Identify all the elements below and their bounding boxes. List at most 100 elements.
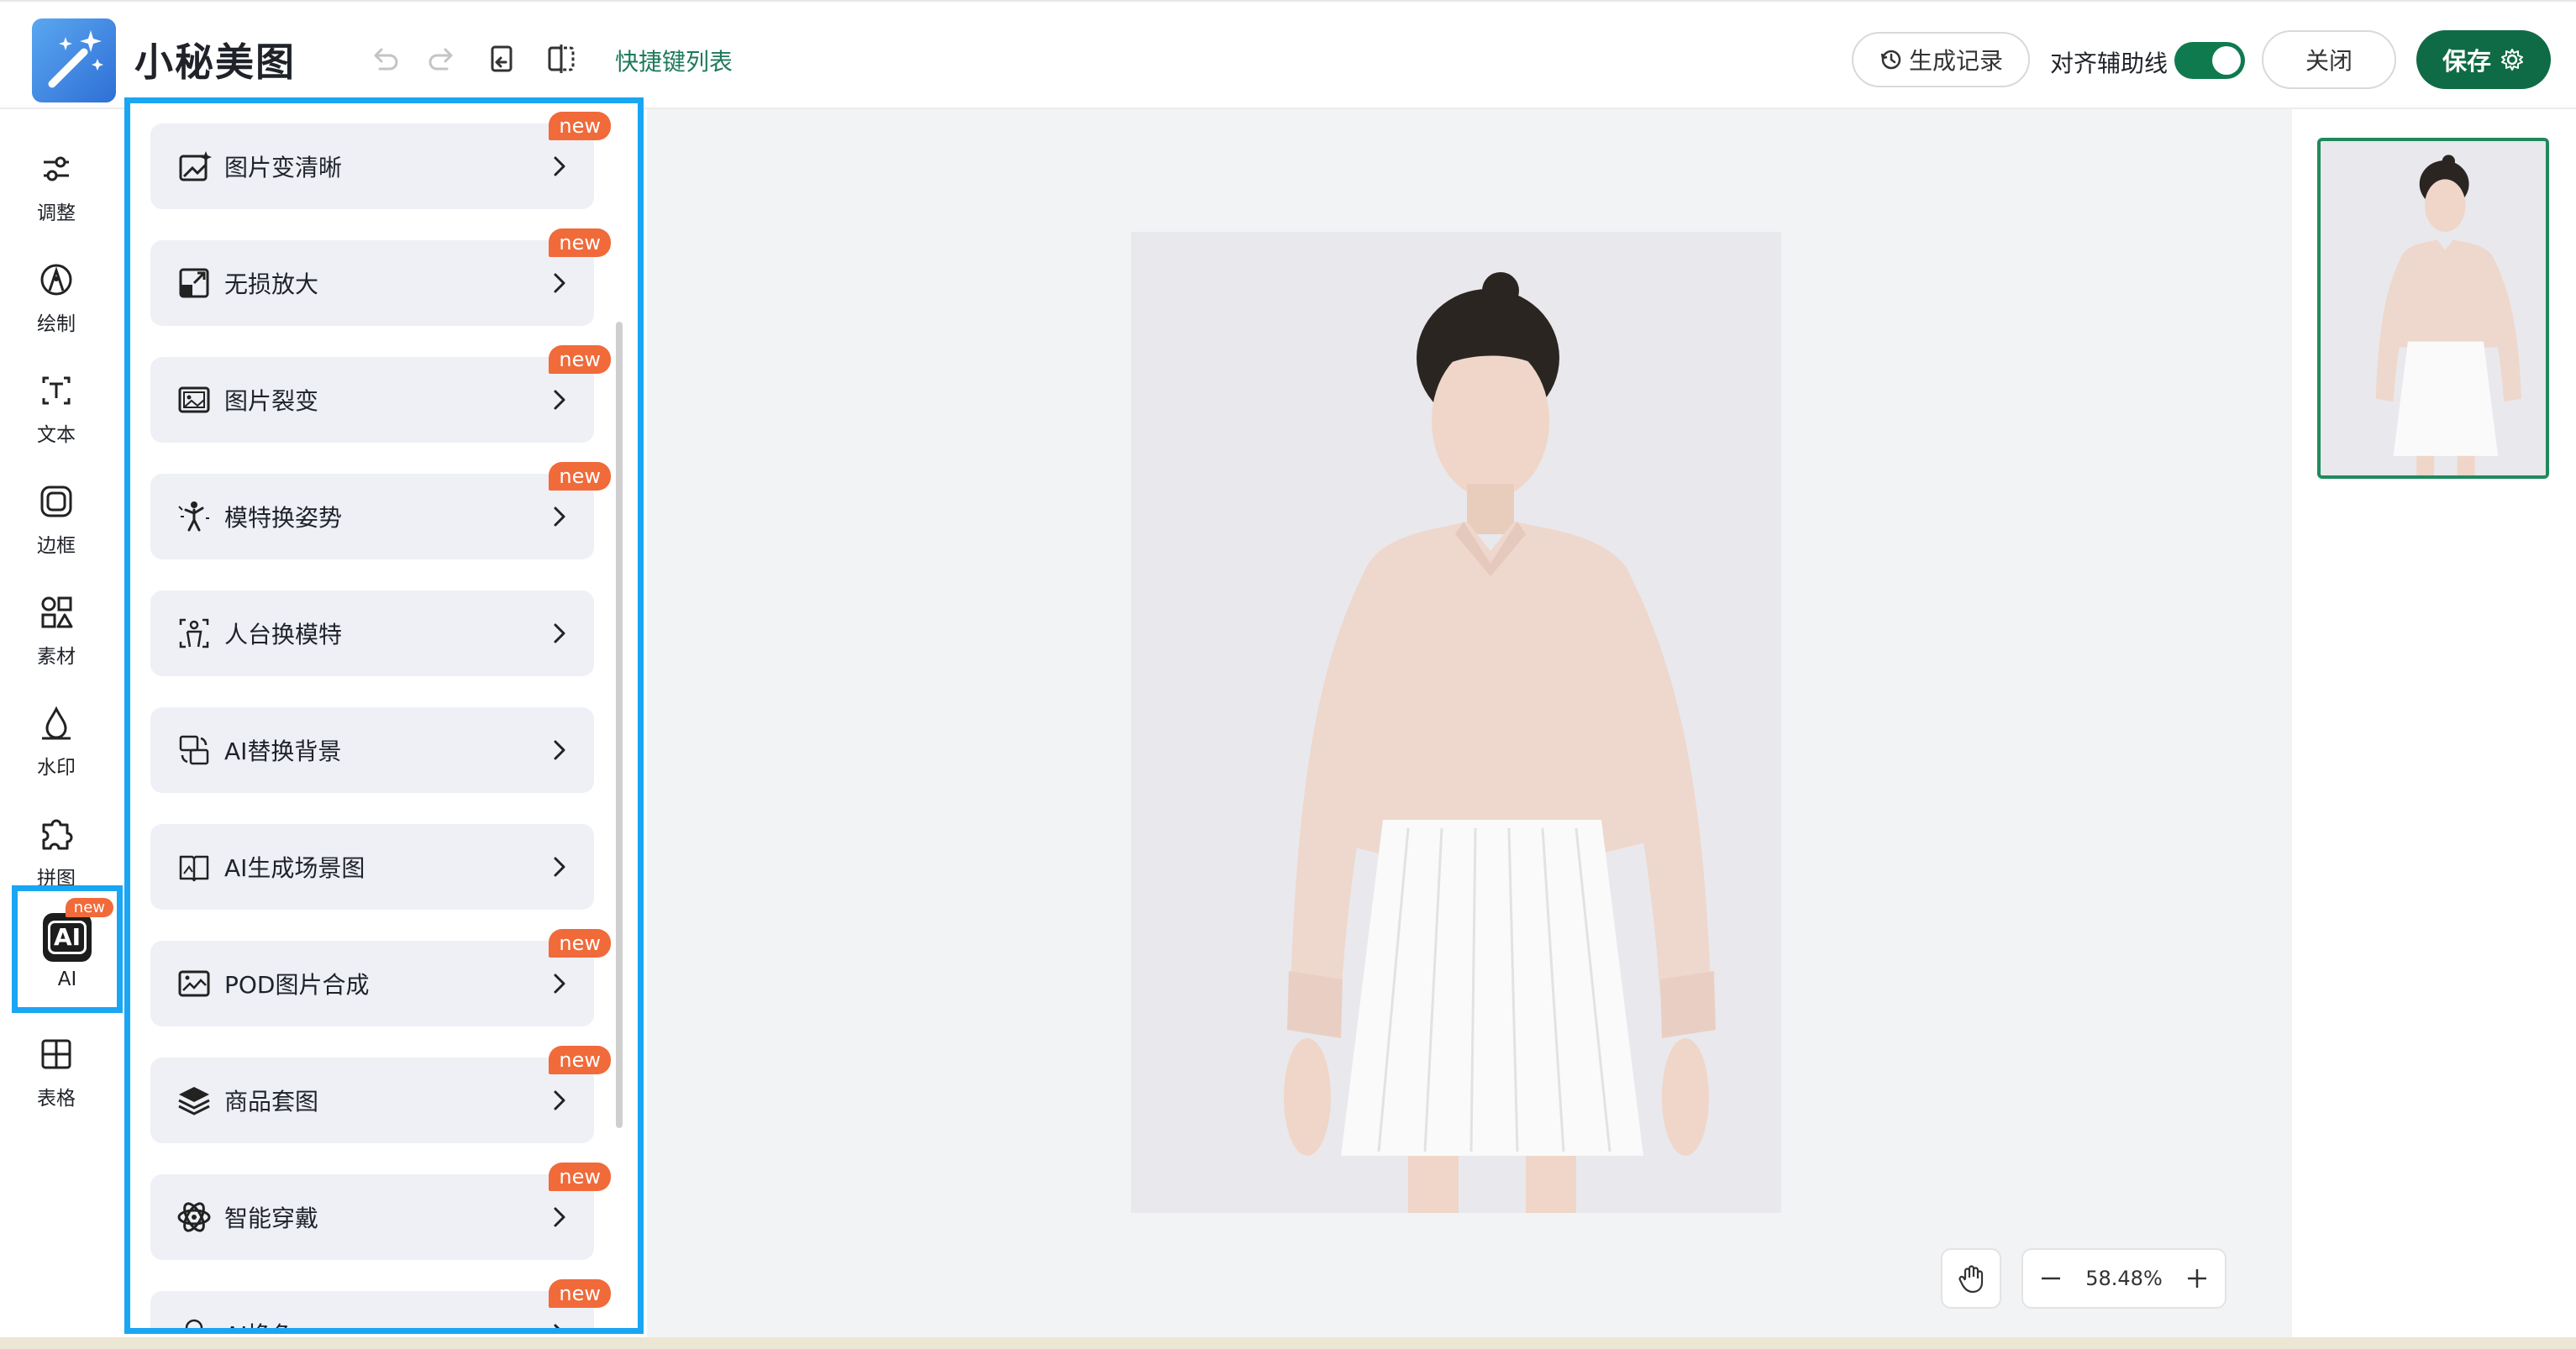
close-button[interactable]: 关闭 xyxy=(2262,30,2396,89)
thumbnail-photo xyxy=(2321,141,2546,475)
new-badge: new xyxy=(549,1163,611,1191)
hand-icon xyxy=(1958,1265,1984,1294)
tool-item[interactable]: 图片变清晰 new xyxy=(150,112,611,209)
history-button-label: 生成记录 xyxy=(1908,47,2003,75)
background-swap-icon xyxy=(176,732,213,769)
new-badge: new xyxy=(549,1046,611,1074)
canvas-area[interactable]: 58.48% xyxy=(647,109,2292,1337)
tool-item[interactable]: AI替换背景 xyxy=(150,707,594,793)
sidebar-item-draw[interactable]: 绘制 xyxy=(0,245,113,346)
sidebar-item-label: 调整 xyxy=(37,202,76,224)
chevron-right-icon xyxy=(547,385,572,415)
magic-wand-icon xyxy=(48,30,103,88)
tool-label: 图片裂变 xyxy=(224,387,319,415)
toggle-knob xyxy=(2212,46,2241,75)
ai-tools-panel: 图片变清晰 new 无损放大 new 图片裂变 new 模特换姿势 new 人台换模特 AI替换背… xyxy=(124,97,644,1334)
zoom-value: 58.48% xyxy=(2085,1267,2163,1290)
thumbnail-panel xyxy=(2292,109,2576,1337)
new-badge: new xyxy=(549,228,611,257)
sidebar: 调整 绘制 文本 边框 素材 水印 拼图 AI AI new 表格 xyxy=(0,109,123,1349)
chevron-right-icon xyxy=(547,735,572,765)
zoom-out-button[interactable] xyxy=(2038,1266,2063,1291)
model-photo xyxy=(1131,232,1781,1213)
puzzle-icon xyxy=(42,819,73,850)
ai-icon: AI xyxy=(43,913,92,962)
upscale-icon xyxy=(176,265,213,302)
pan-tool-button[interactable] xyxy=(1941,1248,2001,1309)
ai-icon-glyph: AI xyxy=(47,921,87,954)
tool-item[interactable]: AI生成场景图 xyxy=(150,824,594,910)
chevron-right-icon xyxy=(547,968,572,999)
frame-icon xyxy=(40,486,72,517)
sidebar-item-text[interactable]: 文本 xyxy=(0,356,113,457)
tool-item[interactable]: AI换色 new xyxy=(150,1279,611,1328)
plus-icon xyxy=(2187,1269,2206,1288)
tool-label: 智能穿戴 xyxy=(224,1205,319,1232)
chevron-right-icon xyxy=(547,268,572,298)
panel-scrollbar[interactable] xyxy=(616,322,623,1128)
new-badge: new xyxy=(549,112,611,140)
text-icon xyxy=(42,376,71,405)
sidebar-item-adjust[interactable]: 调整 xyxy=(0,134,113,235)
minus-icon xyxy=(2042,1277,2060,1280)
recolor-icon xyxy=(176,1315,213,1328)
sidebar-item-label: 绘制 xyxy=(37,313,76,335)
compare-icon[interactable] xyxy=(543,40,580,77)
bottom-strip xyxy=(0,1337,2576,1349)
shortcut-list-link[interactable]: 快捷键列表 xyxy=(615,44,733,77)
app-logo xyxy=(32,18,116,102)
sidebar-item-label: 水印 xyxy=(37,757,76,779)
sidebar-item-label: 表格 xyxy=(37,1088,76,1110)
sidebar-item-frame[interactable]: 边框 xyxy=(0,467,113,568)
shapes-icon xyxy=(41,596,73,628)
sidebar-item-watermark[interactable]: 水印 xyxy=(0,689,113,790)
history-icon xyxy=(1880,50,1901,70)
undo-icon[interactable] xyxy=(366,40,403,77)
save-button[interactable]: 保存 xyxy=(2416,30,2551,89)
history-button[interactable]: 生成记录 xyxy=(1852,32,2030,87)
image-variant-icon xyxy=(176,381,213,418)
main-image[interactable] xyxy=(1131,232,1781,1213)
zoom-in-button[interactable] xyxy=(2184,1266,2210,1291)
tool-item[interactable]: 商品套图 new xyxy=(150,1046,611,1143)
tool-label: AI换色 xyxy=(224,1317,294,1328)
reset-icon[interactable] xyxy=(484,40,521,77)
sidebar-item-ai[interactable]: AI AI new xyxy=(12,885,123,1013)
sidebar-item-label: 素材 xyxy=(37,646,76,668)
tool-item[interactable]: 图片裂变 new xyxy=(150,345,611,443)
tool-item[interactable]: 模特换姿势 new xyxy=(150,462,611,559)
new-badge: new xyxy=(549,1279,611,1308)
tool-label: 商品套图 xyxy=(224,1088,319,1115)
wear-icon xyxy=(176,1199,213,1236)
sliders-icon xyxy=(44,156,69,181)
image-thumbnail[interactable] xyxy=(2317,138,2549,479)
zoom-control: 58.48% xyxy=(2021,1248,2226,1309)
pod-icon xyxy=(176,965,213,1002)
chevron-right-icon xyxy=(547,1085,572,1115)
sidebar-item-materials[interactable]: 素材 xyxy=(0,578,113,679)
tool-item[interactable]: POD图片合成 new xyxy=(150,929,611,1026)
align-guides-toggle[interactable] xyxy=(2174,42,2245,79)
tool-item[interactable]: 智能穿戴 new xyxy=(150,1163,611,1260)
chevron-right-icon xyxy=(547,618,572,648)
sidebar-item-table[interactable]: 表格 xyxy=(0,1020,113,1121)
sidebar-item-label: AI xyxy=(57,968,77,990)
chevron-right-icon xyxy=(547,1319,572,1328)
layers-icon xyxy=(176,1082,213,1119)
table-icon xyxy=(41,1039,71,1069)
mannequin-icon xyxy=(176,615,213,652)
sidebar-item-label: 文本 xyxy=(37,424,76,446)
tool-item[interactable]: 人台换模特 xyxy=(150,591,594,676)
chevron-right-icon xyxy=(547,852,572,882)
redo-icon[interactable] xyxy=(423,40,460,77)
app-title: 小秘美图 xyxy=(134,39,296,85)
new-badge: new xyxy=(549,345,611,374)
top-header: 小秘美图 快捷键列表 生成记录 对齐辅助线 关闭 保存 xyxy=(0,0,2576,109)
gear-icon xyxy=(2501,49,2523,71)
save-button-label: 保存 xyxy=(2442,47,2491,76)
chevron-right-icon xyxy=(547,1202,572,1232)
enhance-icon xyxy=(176,148,213,185)
pose-icon xyxy=(176,498,213,535)
new-badge: new xyxy=(65,898,113,917)
tool-item[interactable]: 无损放大 new xyxy=(150,228,611,326)
